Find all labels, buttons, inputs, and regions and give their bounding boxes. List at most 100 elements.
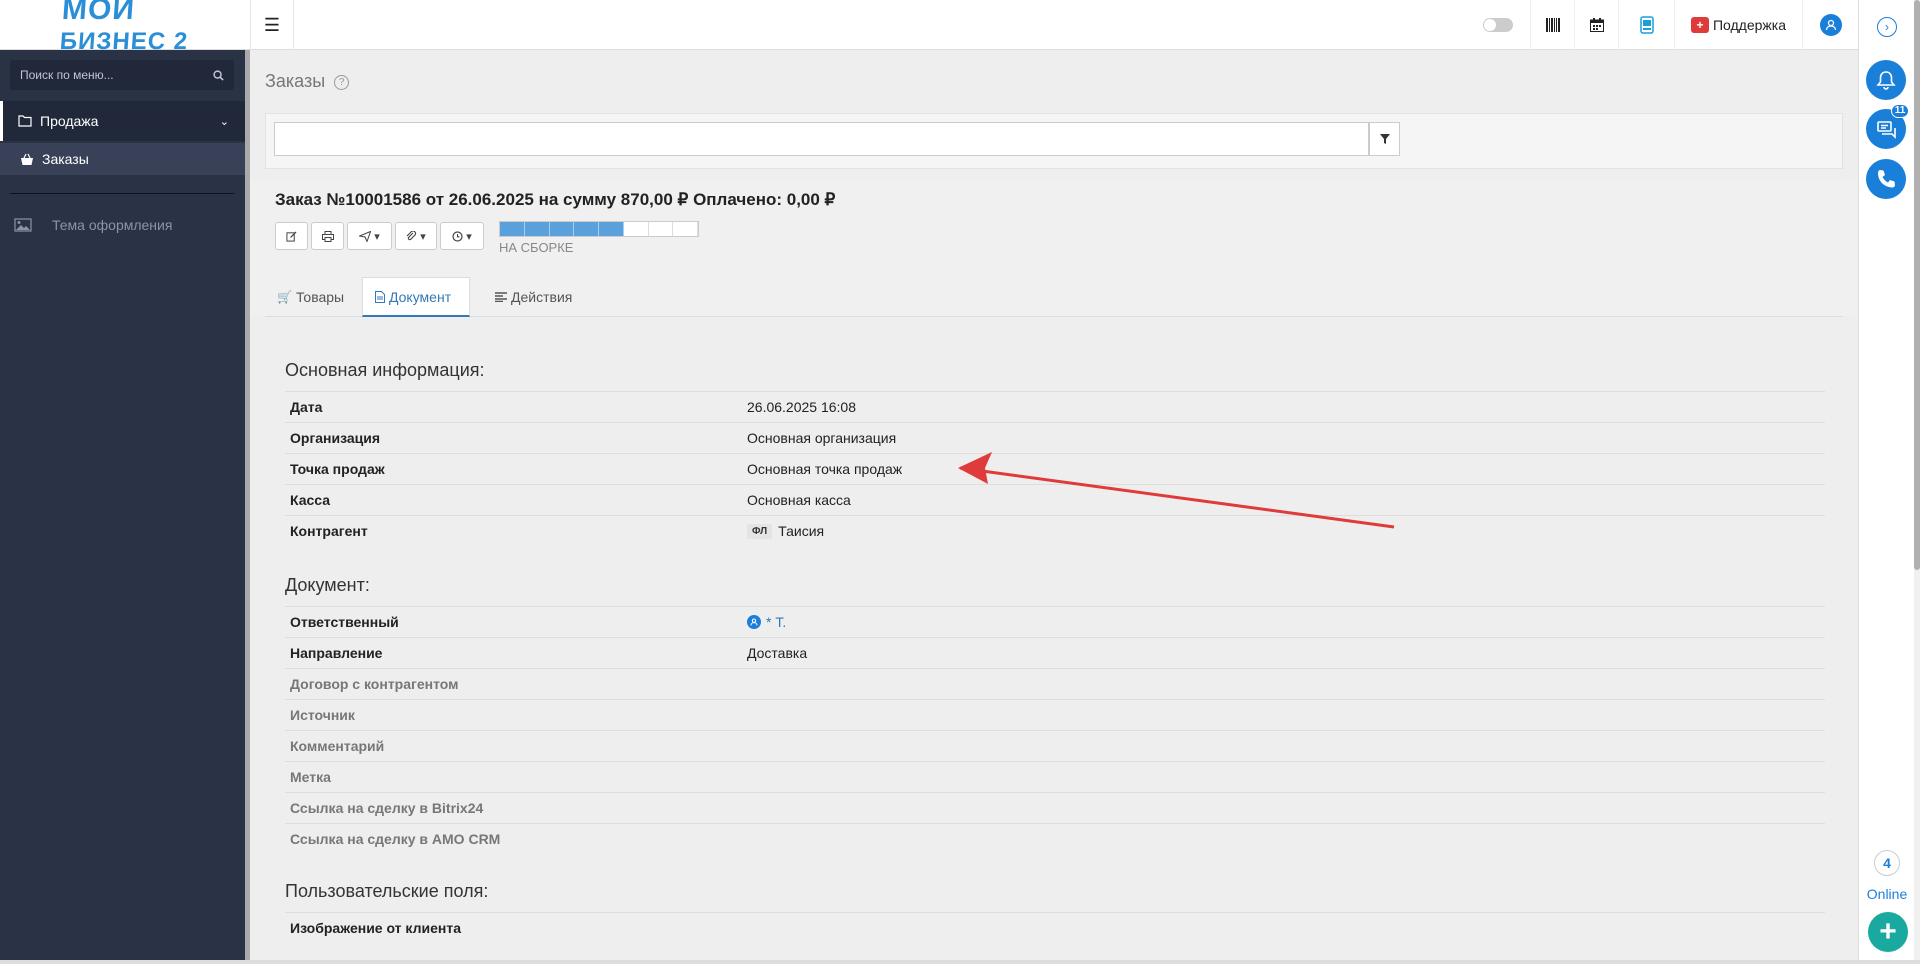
info-value: Доставка (747, 645, 808, 661)
progress-segment (624, 222, 649, 236)
toggle-switch-icon (1483, 18, 1513, 32)
order-status-text: НА СБОРКЕ (499, 240, 574, 255)
sidebar-item-sale[interactable]: Продажа ⌄ (0, 101, 245, 141)
counterparty-name[interactable]: Таисия (778, 523, 824, 539)
info-value: ФЛ Таисия (747, 523, 824, 539)
filter-panel (265, 113, 1843, 169)
info-key: Договор с контрагентом (290, 676, 459, 692)
support-button[interactable]: + Поддержка (1674, 0, 1802, 50)
tab-actions[interactable]: Действия (483, 277, 584, 317)
right-panel: › 11 4 Online + (1858, 0, 1914, 964)
tab-goods[interactable]: 🛒 Товары (265, 277, 356, 317)
barcode-button[interactable] (1530, 0, 1574, 50)
print-icon (321, 230, 334, 242)
caret-down-icon: ▾ (374, 230, 380, 243)
logo[interactable]: МОЙ БИЗНЕС 2 (0, 0, 250, 55)
sidebar: Поиск по меню... Продажа ⌄ Заказы Тема о… (0, 50, 245, 960)
sidebar-item-sale-label: Продажа (40, 113, 99, 129)
user-menu-button[interactable] (1802, 0, 1858, 50)
progress-segment (500, 222, 525, 236)
info-key: Контрагент (290, 523, 368, 539)
info-key: Источник (290, 707, 355, 723)
info-value: Основная касса (747, 492, 851, 508)
tab-document[interactable]: Документ (362, 277, 470, 317)
calendar-icon (1589, 18, 1604, 32)
scrollbar-thumb[interactable] (1914, 0, 1920, 570)
info-row-responsible: Ответственный * Т. (285, 606, 1825, 637)
info-key: Ссылка на сделку в AMO CRM (290, 831, 501, 847)
print-button[interactable] (311, 222, 344, 250)
bell-icon (1876, 71, 1896, 90)
document-info-table: Ответственный * Т. Направление Доставка … (285, 606, 1825, 854)
tab-actions-label: Действия (511, 289, 573, 305)
notifications-button[interactable] (1866, 60, 1906, 100)
page-title: Заказы ? (265, 71, 350, 92)
section-document-title: Документ: (285, 575, 370, 595)
info-row-direction: Направление Доставка (285, 637, 1825, 668)
chevron-down-icon: ⌄ (219, 115, 229, 128)
send-dropdown-button[interactable]: ▾ (347, 222, 392, 250)
menu-toggle-icon[interactable]: ☰ (250, 0, 294, 50)
info-key: Направление (290, 645, 383, 661)
user-icon (747, 615, 761, 629)
first-aid-icon: + (1690, 17, 1709, 33)
orders-search-input[interactable] (274, 122, 1369, 156)
phone-button[interactable] (1866, 159, 1906, 199)
order-status-progress (499, 221, 699, 237)
sidebar-item-theme-label: Тема оформления (52, 217, 173, 233)
phone-icon (1878, 170, 1895, 188)
add-button[interactable]: + (1868, 912, 1908, 952)
edit-icon (286, 230, 297, 242)
info-key: Ответственный (290, 614, 399, 630)
progress-segment (599, 222, 624, 236)
calendar-button[interactable] (1574, 0, 1618, 50)
mobile-app-button[interactable] (1618, 0, 1674, 50)
info-value: Основная организация (747, 430, 897, 446)
info-key: Дата (290, 399, 323, 415)
section-main-info-title: Основная информация: (285, 360, 485, 380)
send-icon (359, 230, 372, 242)
list-icon (495, 292, 507, 302)
info-value: Основная точка продаж (747, 461, 903, 477)
chat-count-badge: 11 (1891, 104, 1909, 118)
help-icon[interactable]: ? (334, 74, 350, 90)
sidebar-item-orders[interactable]: Заказы (0, 143, 245, 175)
sidebar-search-input[interactable]: Поиск по меню... (10, 60, 234, 90)
main-content: Заказы ? Заказ №10001586 от 26.06.2025 н… (250, 50, 1858, 964)
edit-button[interactable] (275, 222, 308, 250)
online-label: Online (1866, 886, 1908, 902)
info-row-source: Источник (285, 699, 1825, 730)
progress-segment (673, 222, 698, 236)
search-icon (213, 69, 224, 81)
caret-down-icon: ▾ (420, 230, 426, 243)
info-key: Организация (290, 430, 381, 446)
info-value: * Т. (747, 614, 786, 630)
info-key: Касса (290, 492, 331, 508)
info-row-client-image: Изображение от клиента (285, 912, 1825, 943)
responsible-user-link[interactable]: * Т. (766, 614, 786, 630)
info-key: Комментарий (290, 738, 385, 754)
annotation-arrow (958, 452, 1395, 529)
user-avatar-icon (1819, 14, 1842, 36)
order-action-buttons: ▾ ▾ ▾ (275, 222, 487, 250)
attach-dropdown-button[interactable]: ▾ (395, 222, 437, 250)
sidebar-item-theme[interactable]: Тема оформления (0, 210, 245, 240)
person-type-badge: ФЛ (747, 523, 773, 539)
support-label: Поддержка (1712, 17, 1787, 33)
online-count[interactable]: 4 (1874, 850, 1900, 876)
chevron-right-icon[interactable]: › (1877, 17, 1897, 37)
paperclip-icon (406, 230, 417, 240)
tabs: 🛒 Товары Документ Действия (265, 277, 1843, 317)
cart-icon: 🛒 (277, 290, 292, 304)
barcode-icon (1545, 18, 1560, 32)
info-key: Ссылка на сделку в Bitrix24 (290, 800, 484, 816)
section-custom-fields-title: Пользовательские поля: (285, 881, 489, 901)
info-row-amo-link: Ссылка на сделку в AMO CRM (285, 823, 1825, 854)
filter-button[interactable] (1369, 122, 1400, 156)
folder-icon (18, 115, 32, 127)
info-key: Метка (290, 769, 331, 785)
status-dropdown-button[interactable]: ▾ (440, 222, 484, 250)
top-bar: МОЙ БИЗНЕС 2 ☰ + Поддержка (0, 0, 1858, 55)
mode-toggle[interactable] (1466, 0, 1530, 50)
info-value: 26.06.2025 16:08 (747, 399, 856, 415)
